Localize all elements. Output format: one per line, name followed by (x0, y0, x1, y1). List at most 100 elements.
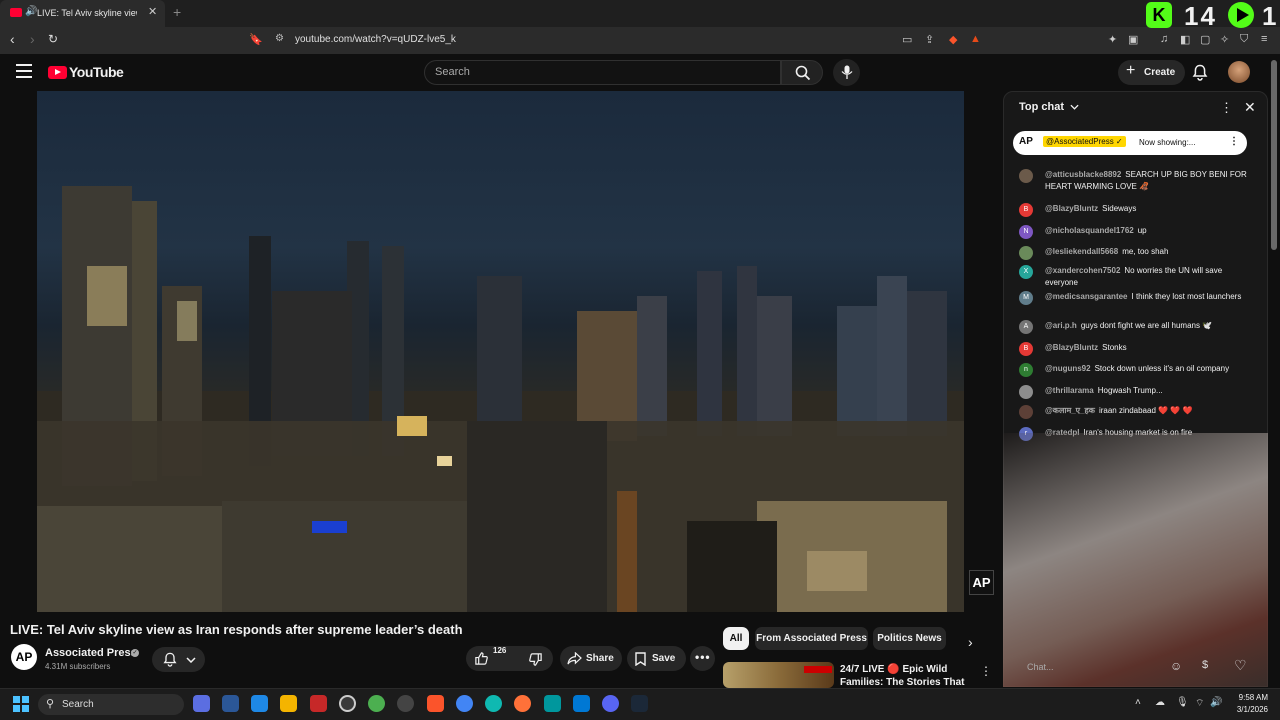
address-bar[interactable]: ⚙ youtube.com/watch?v=qUDZ-lve5_k (265, 30, 990, 50)
brave-browser-icon[interactable] (427, 695, 444, 712)
search-box[interactable] (424, 60, 781, 85)
chat-author-name[interactable]: @lesliekendall5668 (1045, 247, 1118, 256)
arduino-icon[interactable] (544, 695, 561, 712)
super-chat-icon[interactable]: $ (1202, 659, 1208, 671)
firefox-icon[interactable] (514, 695, 531, 712)
chat-author-name[interactable]: @medicsansgarantee (1045, 292, 1128, 301)
file-explorer-icon[interactable] (280, 695, 297, 712)
media-app-icon[interactable] (310, 695, 327, 712)
create-button[interactable]: + Create (1118, 60, 1185, 85)
share-button[interactable]: Share (560, 646, 622, 671)
reload-icon[interactable]: ↻ (48, 32, 58, 46)
close-tab-icon[interactable]: ✕ (148, 5, 157, 18)
chat-author-avatar[interactable]: B (1019, 342, 1033, 356)
video-player[interactable] (37, 91, 964, 612)
media-icon[interactable]: ♫ (1160, 33, 1168, 45)
emoji-icon[interactable]: ☺ (1170, 659, 1182, 673)
chat-author-avatar[interactable]: X (1019, 265, 1033, 279)
mic-tray-icon[interactable]: 🎙 (1176, 697, 1189, 708)
account-avatar[interactable] (1228, 61, 1250, 83)
channel-avatar[interactable]: AP (11, 644, 37, 670)
tray-chevron-up-icon[interactable]: ˄ (1135, 697, 1141, 708)
edge-icon[interactable] (485, 695, 502, 712)
save-button[interactable]: Save (627, 646, 686, 671)
guide-menu-icon[interactable] (16, 64, 32, 78)
close-chat-icon[interactable]: ✕ (1244, 99, 1256, 116)
clock-app-icon[interactable] (339, 695, 356, 712)
task-view-app-icon[interactable] (222, 695, 239, 712)
subscribed-notifications-button[interactable] (152, 647, 205, 672)
chat-author-avatar[interactable]: n (1019, 363, 1033, 377)
chat-author-name[interactable]: @कलाम_ए_हक (1045, 406, 1095, 415)
page-scrollbar[interactable] (1271, 60, 1277, 250)
chat-more-icon[interactable]: ⋮ (1220, 100, 1233, 116)
chevron-right-icon[interactable]: › (968, 634, 973, 650)
chip-from-associated-press[interactable]: From Associated Press (755, 627, 868, 650)
chrome-icon[interactable] (456, 695, 473, 712)
more-actions-button[interactable]: ••• (690, 646, 715, 671)
recommended-thumbnail[interactable] (723, 662, 834, 688)
brave-shields-icon[interactable]: ◆ (949, 33, 957, 46)
chat-author-avatar[interactable] (1019, 169, 1033, 183)
chat-author-name[interactable]: @nuguns92 (1045, 364, 1091, 373)
settings-app-icon[interactable] (193, 695, 210, 712)
chat-input[interactable]: Chat... (1027, 662, 1054, 672)
discord-icon[interactable] (602, 695, 619, 712)
chat-author-name[interactable]: @ari.p.h (1045, 321, 1077, 330)
remote-app-icon[interactable] (251, 695, 268, 712)
thumbs-up-icon[interactable] (474, 651, 489, 666)
vscode-icon[interactable] (573, 695, 590, 712)
chat-author-name[interactable]: @thrillarama (1045, 386, 1094, 395)
chat-author-avatar[interactable] (1019, 405, 1033, 419)
chat-author-name[interactable]: @nicholasquandel1762 (1045, 226, 1134, 235)
chrome-dev-icon[interactable] (368, 695, 385, 712)
wallet-icon[interactable]: ▣ (1128, 33, 1138, 46)
chat-author-avatar[interactable] (1019, 246, 1033, 260)
chat-author-avatar[interactable]: M (1019, 291, 1033, 305)
steam-icon[interactable] (631, 695, 648, 712)
chip-politics-news[interactable]: Politics News (873, 627, 946, 650)
site-info-icon[interactable]: ⚙ (275, 33, 284, 44)
windows-start-icon[interactable] (13, 696, 29, 712)
chat-author-name[interactable]: @atticusblacke8892 (1045, 170, 1121, 179)
back-icon[interactable]: ‹ (10, 31, 15, 47)
chat-author-avatar[interactable]: N (1019, 225, 1033, 239)
wifi-icon[interactable]: ⌔ (1195, 697, 1204, 710)
tab-search-icon[interactable]: ▢ (1200, 33, 1210, 46)
browser-tab[interactable]: 🔊 LIVE: Tel Aviv skyline view as I ✕ (0, 0, 165, 27)
voice-search-button[interactable] (833, 59, 860, 86)
pinned-more-icon[interactable]: ⋮ (1229, 136, 1239, 147)
chat-author-name[interactable]: @BlazyBluntz (1045, 204, 1098, 213)
chat-author-name[interactable]: @BlazyBluntz (1045, 343, 1098, 352)
recommended-more-icon[interactable]: ⋮ (980, 664, 992, 678)
taskbar-search[interactable]: ⚲ Search (38, 694, 184, 715)
chat-author-avatar[interactable]: B (1019, 203, 1033, 217)
youtube-logo-icon[interactable] (48, 66, 67, 79)
bookmark-icon[interactable]: 🔖 (249, 33, 263, 46)
pinned-message[interactable]: AP @AssociatedPress ✓ Now showing:... ⋮ (1013, 131, 1247, 155)
channel-name[interactable]: Associated Press (45, 647, 137, 659)
youtube-logo-text[interactable]: YouTube (69, 64, 124, 80)
search-button[interactable] (781, 60, 823, 85)
extensions-icon[interactable]: ✦ (1108, 33, 1117, 46)
chat-mode-dropdown[interactable]: Top chat (1019, 101, 1079, 113)
new-tab-button[interactable]: + (173, 4, 181, 20)
thumbs-down-icon[interactable] (528, 652, 543, 667)
sidebar-icon[interactable]: ◧ (1180, 33, 1190, 46)
heart-icon[interactable]: ♡ (1234, 657, 1247, 674)
chat-author-avatar[interactable]: A (1019, 320, 1033, 334)
notifications-button[interactable] (1192, 64, 1208, 86)
speaker-icon[interactable]: 🔊 (25, 6, 37, 17)
chat-author-avatar[interactable] (1019, 385, 1033, 399)
clock-time[interactable]: 9:58 AM (1222, 693, 1268, 702)
chat-author-name[interactable]: @xandercohen7502 (1045, 266, 1120, 275)
share-page-icon[interactable]: ⇪ (925, 33, 934, 46)
search-input[interactable] (435, 66, 765, 78)
clock-date[interactable]: 3/1/2026 (1222, 705, 1268, 714)
vpn-icon[interactable]: ⛉ (1240, 33, 1248, 46)
menu-icon[interactable]: ≡ (1261, 33, 1267, 45)
chip-all[interactable]: All (723, 627, 749, 650)
volume-icon[interactable]: 🔊 (1210, 697, 1222, 708)
onedrive-icon[interactable]: ☁ (1155, 697, 1165, 708)
brave-rewards-icon[interactable]: ▲ (970, 33, 981, 45)
